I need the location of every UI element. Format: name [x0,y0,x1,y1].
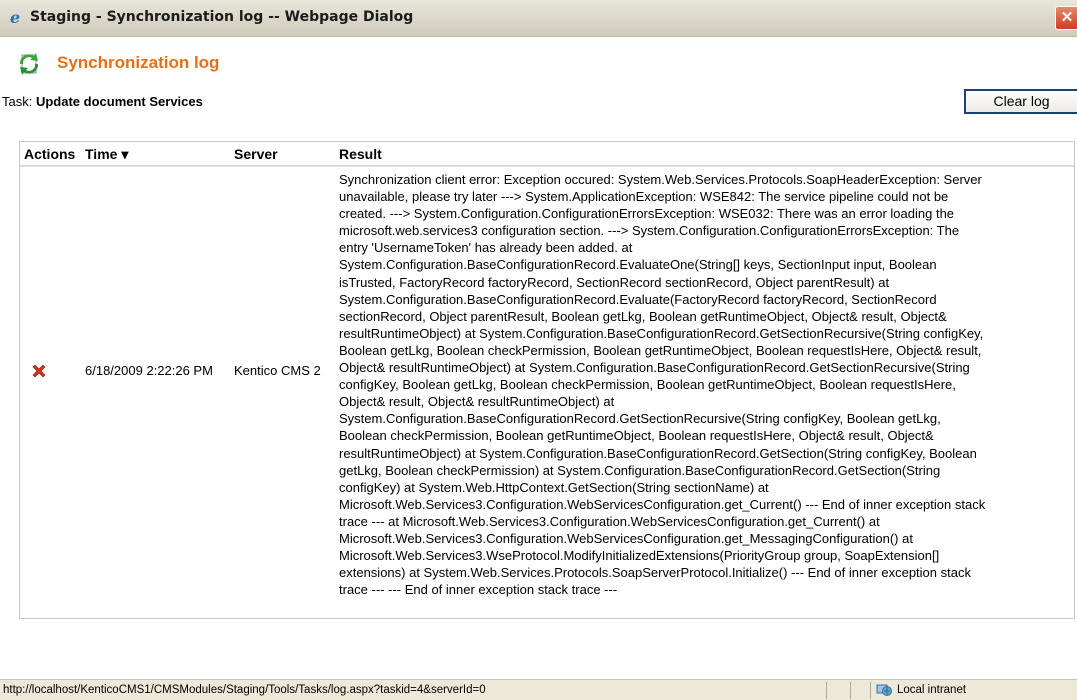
close-button[interactable]: ✕ [1055,6,1077,30]
result-line: configKey) at System.Web.HttpContext.Get… [339,479,769,495]
status-url: http://localhost/KenticoCMS1/CMSModules/… [3,684,486,696]
result-line: isTrusted, FactoryRecord factoryRecord, … [339,274,890,290]
result-line: unavailable, please try later ---> Syste… [339,189,949,205]
clear-log-button[interactable]: Clear log [964,89,1077,114]
task-line: Task: Update document Services [2,94,203,109]
dialog-title: Staging - Synchronization log -- Webpage… [30,9,414,25]
result-line: microsoft.web.services3 configuration se… [339,223,960,239]
page-header: Synchronization log [0,37,1077,82]
status-divider [826,682,827,699]
result-line: configKey, Boolean getLkg, Boolean check… [339,377,956,393]
result-line: Boolean getLkg, Boolean checkPermission,… [339,342,982,358]
status-bar: http://localhost/KenticoCMS1/CMSModules/… [0,679,1077,700]
result-line: sectionRecord, Object parentResult, Bool… [339,308,947,324]
column-header-time[interactable]: Time ▾ [85,146,128,163]
result-line: System.Configuration.BaseConfigurationRe… [339,291,937,307]
result-line: Synchronization client error: Exception … [339,172,982,187]
result-line: trace --- --- End of inner exception sta… [339,582,618,598]
status-divider [870,682,871,699]
result-line: getLkg, Boolean checkPermission) at Syst… [339,462,941,478]
result-line: System.Configuration.BaseConfigurationRe… [339,257,937,273]
cell-result: Synchronization client error: Exception … [339,171,1074,598]
result-line: created. ---> System.Configuration.Confi… [339,206,955,222]
local-intranet-icon [876,684,892,696]
task-label: Task: [2,94,36,109]
result-line: extensions) at System.Web.Services.Proto… [339,565,971,581]
ie-icon: e [10,8,21,27]
page-title: Synchronization log [57,53,220,72]
delete-icon[interactable] [31,363,47,379]
task-name: Update document Services [35,94,203,109]
column-header-server: Server [234,146,278,162]
dialog-titlebar: e Staging - Synchronization log -- Webpa… [0,0,1077,37]
cell-server: Kentico CMS 2 [234,363,321,378]
column-header-actions: Actions [24,146,76,162]
grid-header: Actions Time ▾ Server Result [20,142,1074,166]
result-line: Microsoft.Web.Services3.Configuration.We… [339,530,913,546]
status-divider [850,682,851,699]
row-separator [20,166,1074,167]
result-line: Microsoft.Web.Services3.WseProtocol.Modi… [339,548,940,564]
security-zone: Local intranet [897,684,967,696]
cell-time: 6/18/2009 2:22:26 PM [85,363,213,378]
log-grid: Actions Time ▾ Server Result 6/18/2009 2… [19,141,1075,619]
result-line: resultRuntimeObject) at System.Configura… [339,445,977,461]
result-line: System.Configuration.BaseConfigurationRe… [339,411,941,427]
result-line: Boolean checkPermission, Boolean getRunt… [339,428,934,444]
result-line: resultRuntimeObject) at System.Configura… [339,325,984,341]
close-icon[interactable]: ✕ [1061,9,1074,26]
result-line: Object& resultRuntimeObject) at System.C… [339,360,970,376]
result-line: Microsoft.Web.Services3.Configuration.We… [339,496,986,512]
result-line: entry 'UsernameToken' has already been a… [339,240,633,256]
result-line: trace --- at Microsoft.Web.Services3.Con… [339,513,880,529]
sync-icon [19,53,39,75]
column-header-result: Result [339,146,382,162]
result-line: Object& result, Object& resultRuntimeObj… [339,394,615,410]
